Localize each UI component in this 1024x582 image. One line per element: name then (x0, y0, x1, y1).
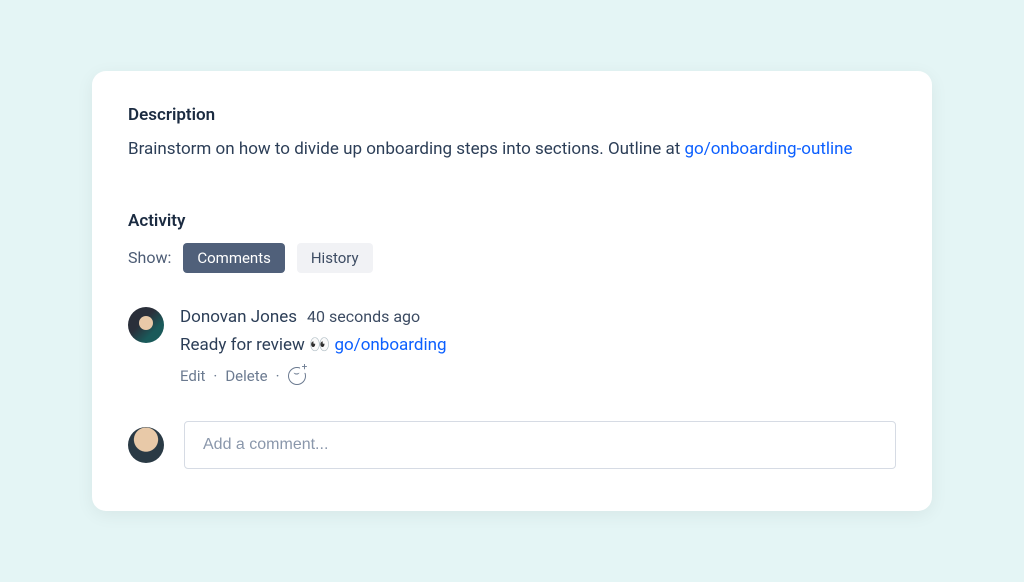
comment-text: Ready for review 👀 (180, 335, 334, 355)
description-body: Brainstorm on how to divide up onboardin… (128, 139, 684, 159)
comment-author[interactable]: Donovan Jones (180, 307, 297, 327)
description-text: Brainstorm on how to divide up onboardin… (128, 137, 896, 163)
add-reaction-icon[interactable] (288, 367, 306, 385)
avatar[interactable] (128, 427, 164, 463)
comment-header: Donovan Jones 40 seconds ago (180, 307, 896, 327)
edit-button[interactable]: Edit (180, 367, 205, 385)
comment-composer (128, 421, 896, 469)
description-link[interactable]: go/onboarding-outline (684, 139, 852, 159)
issue-card: Description Brainstorm on how to divide … (92, 71, 932, 511)
comment-body: Ready for review 👀 go/onboarding (180, 335, 896, 355)
comment-item: Donovan Jones 40 seconds ago Ready for r… (128, 307, 896, 385)
comment-actions: Edit · Delete · (180, 367, 896, 385)
tab-history[interactable]: History (297, 243, 373, 273)
delete-button[interactable]: Delete (225, 367, 267, 385)
avatar[interactable] (128, 307, 164, 343)
activity-heading: Activity (128, 211, 896, 231)
tab-comments[interactable]: Comments (183, 243, 285, 273)
comment-input[interactable] (184, 421, 896, 469)
comment-link[interactable]: go/onboarding (334, 335, 446, 355)
separator-dot: · (213, 367, 217, 385)
comment-content: Donovan Jones 40 seconds ago Ready for r… (180, 307, 896, 385)
show-label: Show: (128, 248, 171, 267)
activity-filter-row: Show: Comments History (128, 243, 896, 273)
separator-dot: · (276, 367, 280, 385)
description-heading: Description (128, 105, 896, 125)
comment-timestamp: 40 seconds ago (307, 307, 420, 326)
